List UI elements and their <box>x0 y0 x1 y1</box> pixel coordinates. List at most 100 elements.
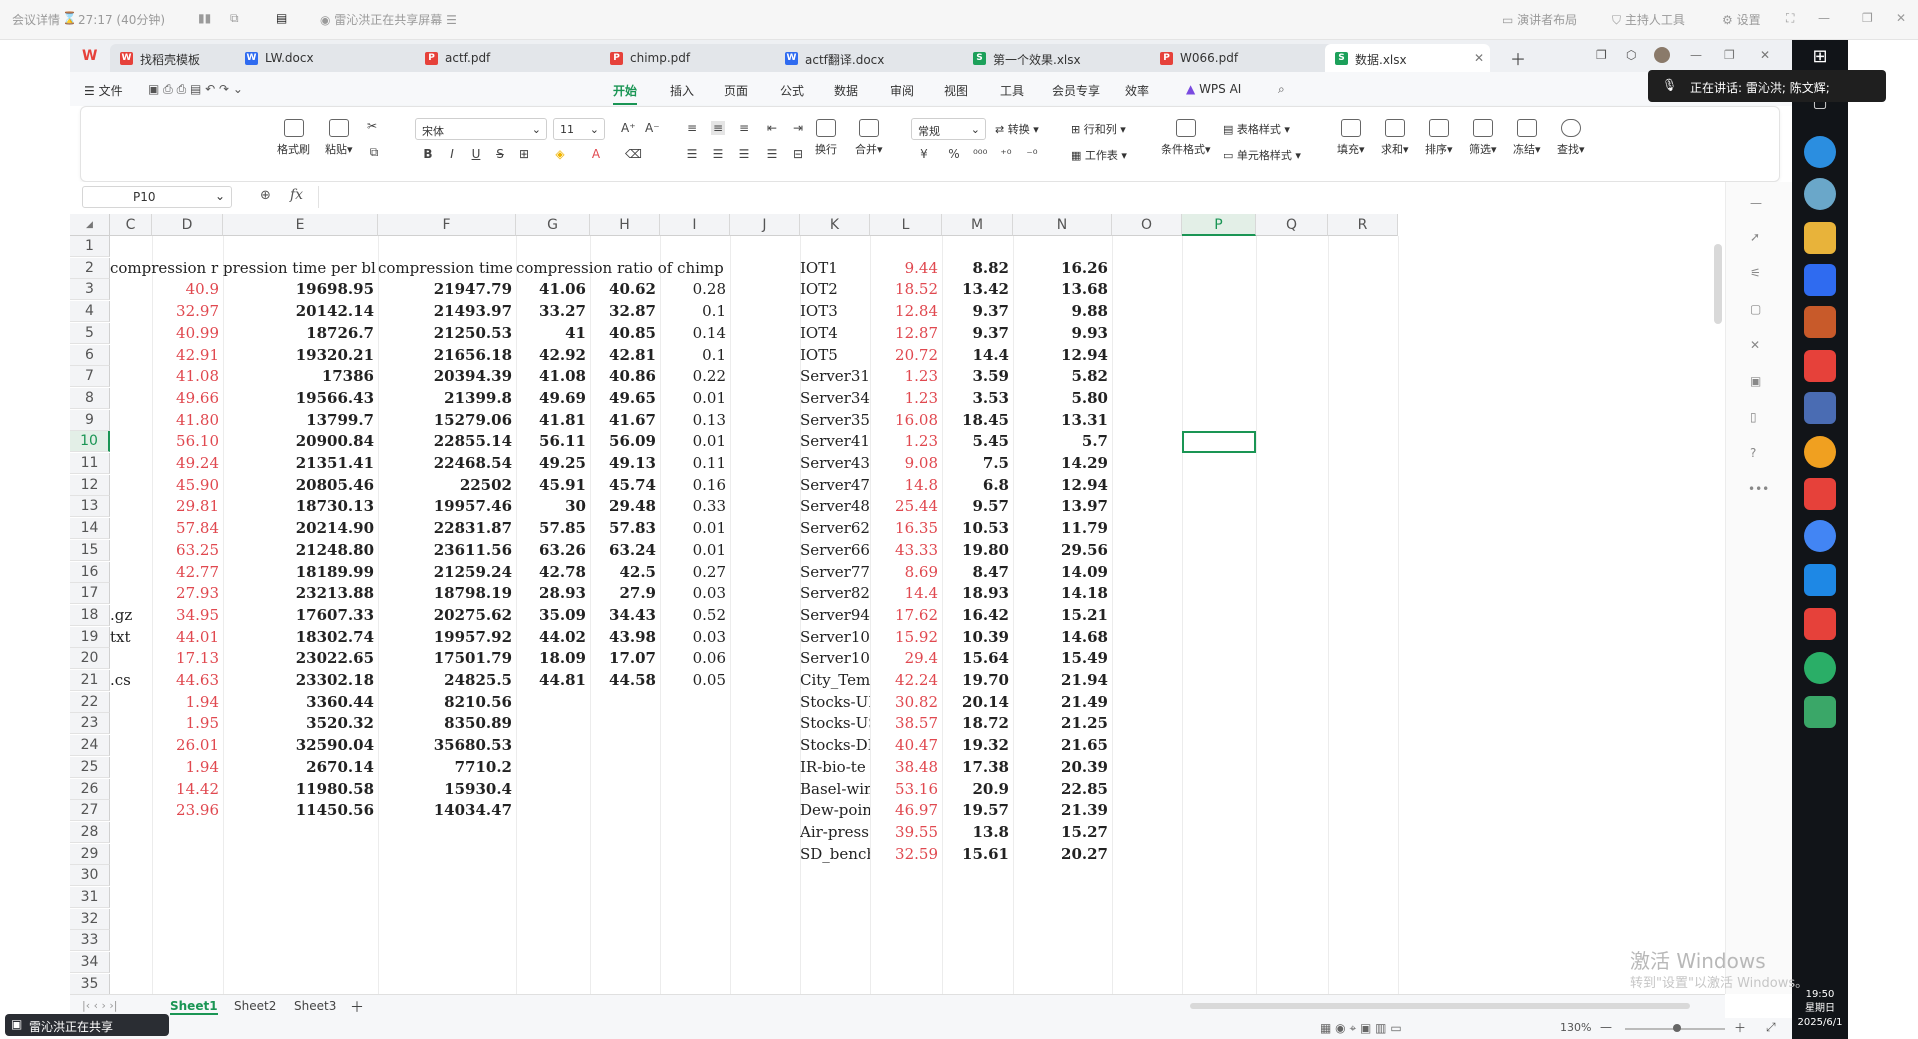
cell-n14[interactable]: 11.79 <box>1013 518 1112 539</box>
cell-n27[interactable]: 21.39 <box>1013 800 1112 821</box>
cell-l19[interactable]: 15.92 <box>870 627 942 648</box>
cell-h6[interactable]: 42.81 <box>590 345 660 366</box>
cell-f4[interactable]: 21493.97 <box>378 301 516 322</box>
cell-f5[interactable]: 21250.53 <box>378 323 516 344</box>
photos-icon[interactable] <box>1804 564 1836 596</box>
cell-d17[interactable]: 27.93 <box>152 583 223 604</box>
cell-f18[interactable]: 20275.62 <box>378 605 516 626</box>
cell-m29[interactable]: 15.61 <box>942 844 1013 865</box>
window-list-icon[interactable]: ❐ <box>1596 48 1607 62</box>
column-header-f[interactable]: F <box>378 214 516 236</box>
cell-e23[interactable]: 3520.32 <box>223 713 378 734</box>
wps-restore-icon[interactable]: ❐ <box>1724 48 1735 62</box>
cell-k13[interactable]: Server48 <box>800 496 870 517</box>
avatar[interactable] <box>1654 47 1670 63</box>
cell-m14[interactable]: 10.53 <box>942 518 1013 539</box>
cell-k26[interactable]: Basel-win <box>800 779 870 800</box>
row-header-17[interactable]: 17 <box>70 583 110 605</box>
cell-m12[interactable]: 6.8 <box>942 475 1013 496</box>
row-header-5[interactable]: 5 <box>70 322 110 344</box>
cell-d10[interactable]: 56.10 <box>152 431 223 452</box>
cell-n28[interactable]: 15.27 <box>1013 822 1112 843</box>
cell-m6[interactable]: 14.4 <box>942 345 1013 366</box>
cell-d22[interactable]: 1.94 <box>152 692 223 713</box>
cell-k16[interactable]: Server77 <box>800 562 870 583</box>
fullscreen-icon[interactable]: ⛶ <box>1786 11 1794 26</box>
cell-k9[interactable]: Server35 <box>800 410 870 431</box>
cell-g13[interactable]: 30 <box>516 496 590 517</box>
cell-d8[interactable]: 49.66 <box>152 388 223 409</box>
cell-g9[interactable]: 41.81 <box>516 410 590 431</box>
cell-m18[interactable]: 16.42 <box>942 605 1013 626</box>
cell-d16[interactable]: 42.77 <box>152 562 223 583</box>
wps-taskbar-icon-3[interactable] <box>1804 608 1836 640</box>
cell-g12[interactable]: 45.91 <box>516 475 590 496</box>
cell-i11[interactable]: 0.11 <box>660 453 730 474</box>
indent-right-icon[interactable]: ⇥ <box>791 121 805 135</box>
cell-k29[interactable]: SD_bench <box>800 844 870 865</box>
cell-m16[interactable]: 8.47 <box>942 562 1013 583</box>
cell-e26[interactable]: 11980.58 <box>223 779 378 800</box>
sharing-badge[interactable]: ▣ 雷沁洪正在共享 <box>5 1014 169 1036</box>
cell-n13[interactable]: 13.97 <box>1013 496 1112 517</box>
cell-i16[interactable]: 0.27 <box>660 562 730 583</box>
menu-review[interactable]: 审阅 <box>890 82 914 99</box>
row-header-9[interactable]: 9 <box>70 409 110 431</box>
cell-i18[interactable]: 0.52 <box>660 605 730 626</box>
cell-k21[interactable]: City_Temp <box>800 670 870 691</box>
convert-button[interactable]: ⇄ 转换 ▾ <box>995 121 1039 137</box>
wechat-icon[interactable] <box>1804 652 1836 684</box>
cond-format-button[interactable]: 条件格式▾ <box>1161 119 1211 157</box>
cell-f16[interactable]: 21259.24 <box>378 562 516 583</box>
cell-k19[interactable]: Server106 <box>800 627 870 648</box>
cell-e6[interactable]: 19320.21 <box>223 345 378 366</box>
cell-n12[interactable]: 12.94 <box>1013 475 1112 496</box>
cell-g11[interactable]: 49.25 <box>516 453 590 474</box>
cell-f25[interactable]: 7710.2 <box>378 757 516 778</box>
cell-l5[interactable]: 12.87 <box>870 323 942 344</box>
cell-f15[interactable]: 23611.56 <box>378 540 516 561</box>
cell-n16[interactable]: 14.09 <box>1013 562 1112 583</box>
row-header-2[interactable]: 2 <box>70 257 110 279</box>
cell-l20[interactable]: 29.4 <box>870 648 942 669</box>
vertical-scrollbar[interactable] <box>1714 244 1722 324</box>
zoom-in-icon[interactable]: ＋ <box>1734 1019 1746 1036</box>
cell-l14[interactable]: 16.35 <box>870 518 942 539</box>
cell-e14[interactable]: 20214.90 <box>223 518 378 539</box>
collapse-icon[interactable]: — <box>1750 196 1762 210</box>
cell-e21[interactable]: 23302.18 <box>223 670 378 691</box>
cell-l21[interactable]: 42.24 <box>870 670 942 691</box>
decrease-font-icon[interactable]: A⁻ <box>645 121 660 135</box>
align-right-icon[interactable]: ☰ <box>737 147 751 161</box>
cell-m19[interactable]: 10.39 <box>942 627 1013 648</box>
cell-k17[interactable]: Server82 <box>800 583 870 604</box>
cell-m25[interactable]: 17.38 <box>942 757 1013 778</box>
wrap-text-button[interactable]: 换行 <box>815 119 837 157</box>
menu-member[interactable]: 会员专享 <box>1052 82 1100 99</box>
cell-h19[interactable]: 43.98 <box>590 627 660 648</box>
cell-k25[interactable]: IR-bio-te <box>800 757 870 778</box>
column-header-c[interactable]: C <box>110 214 152 236</box>
cell-i20[interactable]: 0.06 <box>660 648 730 669</box>
cell-f26[interactable]: 15930.4 <box>378 779 516 800</box>
cell-e17[interactable]: 23213.88 <box>223 583 378 604</box>
cell-h20[interactable]: 17.07 <box>590 648 660 669</box>
column-header-q[interactable]: Q <box>1256 214 1328 236</box>
fx-icon[interactable]: fx <box>290 187 303 203</box>
cell-f14[interactable]: 22831.87 <box>378 518 516 539</box>
row-header-25[interactable]: 25 <box>70 756 110 778</box>
cell-c18[interactable]: .gz <box>110 605 152 626</box>
cell-i7[interactable]: 0.22 <box>660 366 730 387</box>
cell-i10[interactable]: 0.01 <box>660 431 730 452</box>
cell-g21[interactable]: 44.81 <box>516 670 590 691</box>
cell-d21[interactable]: 44.63 <box>152 670 223 691</box>
sort-button[interactable]: 排序▾ <box>1425 119 1453 157</box>
cell-f2[interactable]: compression time per bl <box>378 258 516 279</box>
cell-n22[interactable]: 21.49 <box>1013 692 1112 713</box>
cell-l7[interactable]: 1.23 <box>870 366 942 387</box>
cell-f9[interactable]: 15279.06 <box>378 410 516 431</box>
cell-d25[interactable]: 1.94 <box>152 757 223 778</box>
row-header-19[interactable]: 19 <box>70 626 110 648</box>
cell-style-button[interactable]: ▭ 单元格样式 ▾ <box>1223 147 1301 163</box>
fill-color-icon[interactable]: ◈ <box>553 147 567 161</box>
